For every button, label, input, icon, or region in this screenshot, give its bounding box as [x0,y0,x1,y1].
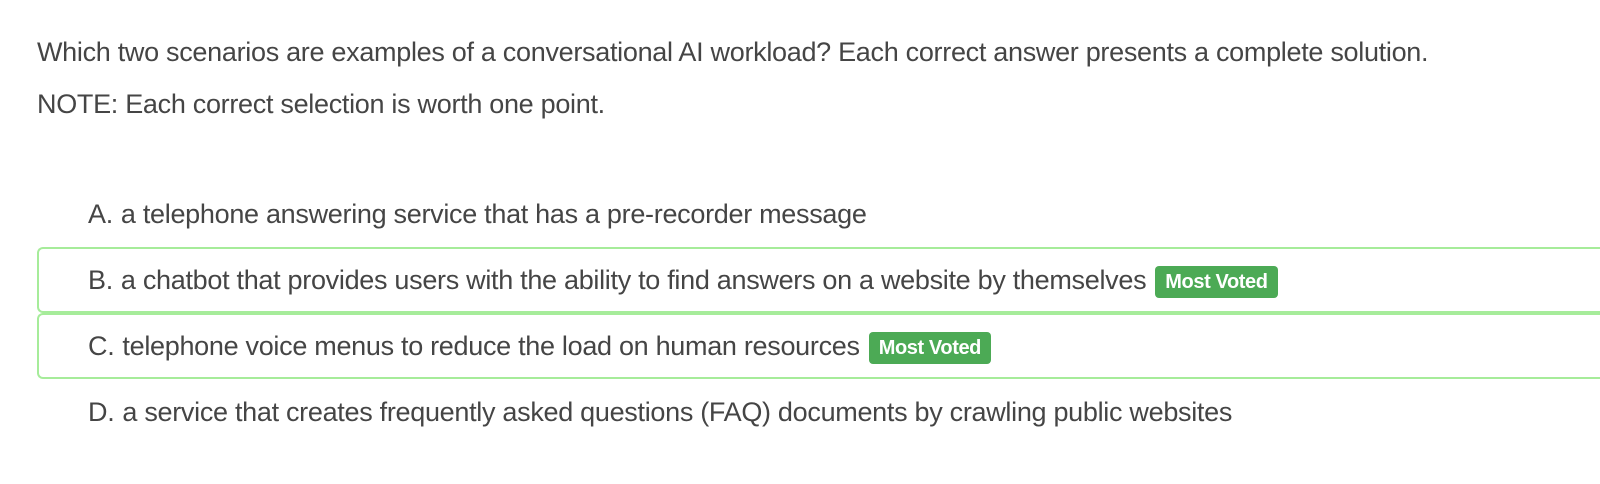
choice-list: A. a telephone answering service that ha… [37,181,1600,445]
choice-letter: A. [88,198,113,229]
most-voted-badge: Most Voted [1155,266,1278,298]
choice-b[interactable]: B. a chatbot that provides users with th… [37,247,1600,313]
choice-text: a service that creates frequently asked … [122,396,1233,427]
choice-text: a chatbot that provides users with the a… [120,264,1147,295]
choice-c[interactable]: C. telephone voice menus to reduce the l… [37,313,1600,379]
most-voted-badge: Most Voted [868,332,991,364]
question-line-2: NOTE: Each correct selection is worth on… [37,89,605,119]
question-text: Which two scenarios are examples of a co… [37,26,1577,130]
choice-d[interactable]: D. a service that creates frequently ask… [37,379,1600,445]
question-line-1: Which two scenarios are examples of a co… [37,37,1429,67]
choice-text: telephone voice menus to reduce the load… [122,330,860,361]
choice-letter: C. [88,330,115,361]
choice-letter: B. [88,264,113,295]
choice-text: a telephone answering service that has a… [120,198,867,229]
choice-a[interactable]: A. a telephone answering service that ha… [37,181,1600,247]
choice-letter: D. [88,396,115,427]
